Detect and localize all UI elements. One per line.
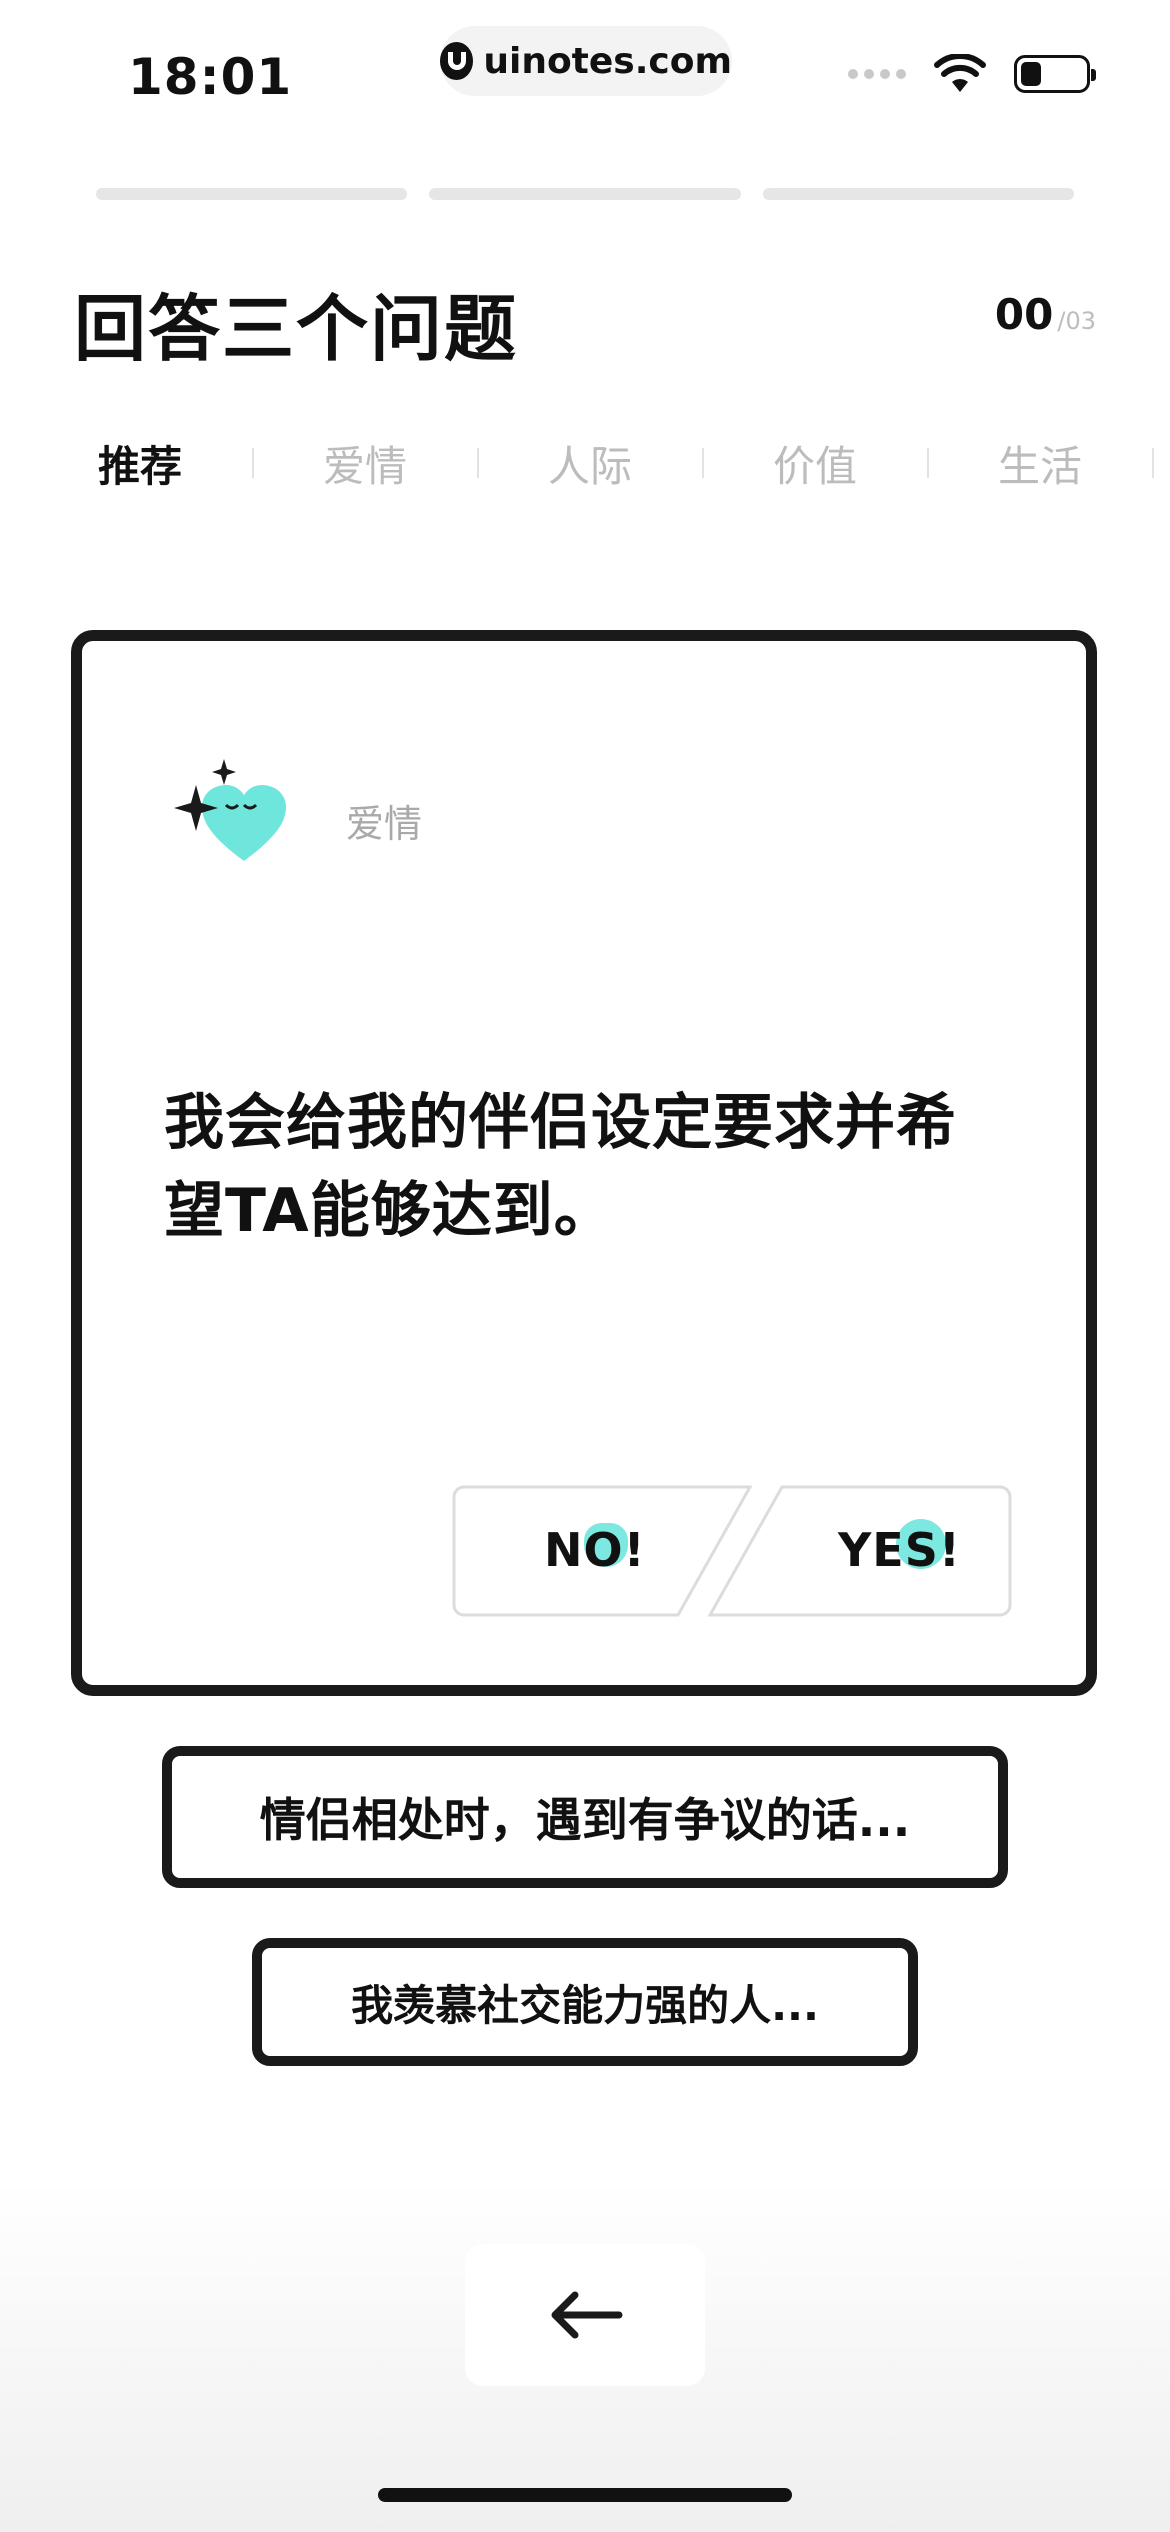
tab-social[interactable]: 人际 xyxy=(500,430,680,496)
tab-life[interactable]: 生活 xyxy=(950,430,1130,496)
url-pill[interactable]: uinotes.com xyxy=(440,26,732,96)
next-question-card[interactable]: 情侣相处时，遇到有争议的话... xyxy=(162,1746,1008,1888)
heart-sparkle-icon xyxy=(174,759,286,861)
site-logo-icon xyxy=(440,42,474,80)
question-text: 我会给我的伴侣设定要求并希望TA能够达到。 xyxy=(164,1088,957,1246)
later-question-card[interactable]: 我羡慕社交能力强的人... xyxy=(252,1938,918,2066)
home-indicator[interactable] xyxy=(378,2488,792,2502)
status-time: 18:01 xyxy=(128,48,293,106)
answer-options: NO! YES! xyxy=(452,1485,1012,1617)
category-tabs: 推荐 爱情 人际 价值 生活 xyxy=(0,430,1170,496)
page-title: 回答三个问题 xyxy=(74,287,519,371)
url-text: uinotes.com xyxy=(483,40,732,82)
question-category: 爱情 xyxy=(346,802,423,846)
tab-divider xyxy=(252,448,254,478)
progress-segment-1 xyxy=(96,188,408,200)
no-button[interactable]: NO! xyxy=(544,1523,646,1577)
question-counter: 00 /03 xyxy=(995,290,1096,339)
question-card[interactable]: 爱情 我会给我的伴侣设定要求并希望TA能够达到。 NO! YES! xyxy=(71,630,1097,1696)
status-icons xyxy=(848,54,1096,94)
progress-segment-3 xyxy=(762,188,1074,200)
battery-icon xyxy=(1014,55,1096,93)
back-button[interactable] xyxy=(465,2244,705,2386)
counter-current: 00 xyxy=(994,290,1054,339)
tab-love[interactable]: 爱情 xyxy=(275,430,455,496)
progress-segment-2 xyxy=(429,188,741,200)
counter-total: /03 xyxy=(1057,307,1096,335)
tab-divider xyxy=(477,448,479,478)
signal-icon xyxy=(848,69,906,79)
tab-divider xyxy=(702,448,704,478)
tab-divider xyxy=(1152,448,1154,478)
yes-button[interactable]: YES! xyxy=(838,1523,961,1577)
wifi-icon xyxy=(934,54,986,92)
tab-divider xyxy=(927,448,929,478)
arrow-left-icon xyxy=(551,2291,623,2339)
tab-values[interactable]: 价值 xyxy=(725,430,905,496)
tab-recommend[interactable]: 推荐 xyxy=(50,430,230,496)
progress-bar xyxy=(96,188,1074,200)
